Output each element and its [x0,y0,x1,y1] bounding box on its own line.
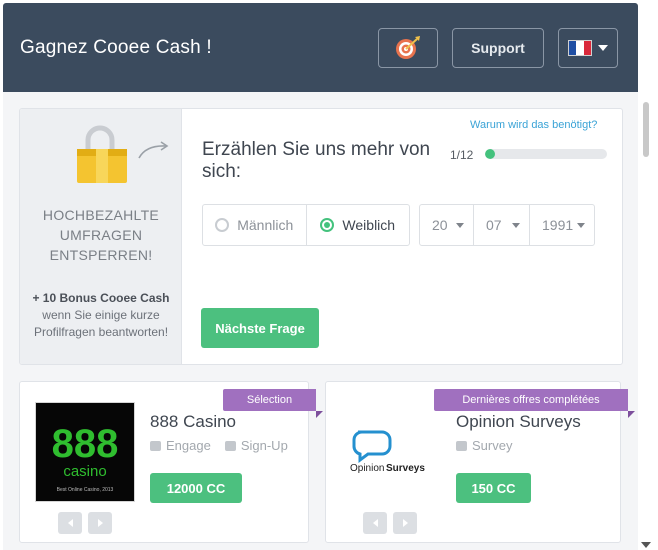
prev-arrow-button[interactable] [58,512,82,534]
offer-nav [58,512,112,534]
prev-arrow-button[interactable] [363,512,387,534]
chevron-down-icon [598,45,608,51]
users-icon [150,440,161,451]
offer-ribbon: Sélection [223,389,323,418]
header-bar: Gagnez Cooee Cash ! Support [3,3,638,92]
arrow-left-icon [67,519,73,527]
arrow-icon [138,141,169,159]
user-add-icon [224,440,236,451]
birth-day-select[interactable]: 20 [420,205,474,245]
chevron-down-icon [577,222,585,228]
gender-selector: Männlich Weiblich [202,204,410,246]
arrow-right-icon [97,519,103,527]
logo-casino-text: casino [63,463,106,480]
progress-bar [485,149,607,159]
offer-tag-label: Sign-Up [240,438,288,453]
offer-tags: Survey [456,438,512,453]
language-selector[interactable] [558,28,618,68]
gender-option-female[interactable]: Weiblich [305,205,410,245]
next-question-button[interactable]: Nächste Frage [201,308,319,348]
offer-reward-button[interactable]: 150 CC [456,473,531,503]
birth-year-select[interactable]: 1991 [530,205,594,245]
opinion-surveys-logo: Opinion Surveys [348,426,438,476]
scrollbar[interactable] [638,92,658,550]
scroll-thumb[interactable] [643,102,649,157]
header-title: Gagnez Cooee Cash ! [20,37,212,58]
arrow-right-icon [402,519,408,527]
casino-logo-image: 888 casino Best Online Casino, 2013 [52,422,119,493]
offer-tag-engage: Engage [150,438,211,453]
arrow-left-icon [372,519,378,527]
offer-tag-signup: Sign-Up [224,438,288,453]
birthdate-selector: 20 07 1991 [419,204,595,246]
profile-card: HOCHBEZAHLTE UMFRAGEN ENTSPERREN! + 10 B… [19,108,623,365]
radio-icon [215,218,230,232]
scroll-down-icon[interactable] [641,542,651,548]
why-needed-link[interactable]: Warum wird das benötigt? [470,119,597,131]
logo-888-text: 888 [52,422,119,466]
gender-male-label: Männlich [237,217,294,233]
birth-year-value: 1991 [542,217,574,233]
gender-female-label: Weiblich [342,217,396,233]
padlock-icon [77,125,127,183]
bonus-text: + 10 Bonus Cooee Cash wenn Sie einige ku… [28,290,174,341]
profile-question: Erzählen Sie uns mehr von sich: [202,139,431,182]
logo-opinion-text: Opinion [350,463,384,474]
offer-tags: Engage Sign-Up [150,438,288,453]
offer-tag-label: Engage [166,438,211,453]
bonus-amount: + 10 Bonus Cooee Cash [32,291,170,305]
clipboard-icon [456,440,467,451]
radio-selected-icon [320,218,335,232]
birth-month-select[interactable]: 07 [474,205,530,245]
offer-tag-label: Survey [472,438,513,453]
target-button[interactable] [378,28,438,68]
chevron-down-icon [512,222,520,228]
support-button[interactable]: Support [452,28,544,68]
gender-option-male[interactable]: Männlich [203,205,306,245]
unlock-panel: HOCHBEZAHLTE UMFRAGEN ENTSPERREN! + 10 B… [20,109,182,364]
progress-fill [485,149,495,159]
logo-caption-text: Best Online Casino, 2013 [57,487,114,493]
offer-reward-button[interactable]: 12000 CC [150,473,242,503]
french-flag-icon [568,40,592,56]
casino-logo: 888 casino Best Online Casino, 2013 [35,402,135,502]
offer-card-888-casino[interactable]: Sélection 888 casino Best Online Casino,… [19,381,323,543]
offer-card-opinion-surveys[interactable]: Dernières offres complétées Opinion Surv… [325,381,635,543]
target-icon [396,36,420,59]
progress-label: 1/12 [450,148,474,162]
birth-day-value: 20 [432,217,448,233]
app-window: Gagnez Cooee Cash ! Support HOCHBEZAHLTE… [0,0,658,550]
offer-nav [363,512,417,534]
opinion-surveys-logo-image: Opinion Surveys [350,430,425,474]
bonus-description: wenn Sie einige kurze Profilfragen beant… [33,308,169,339]
unlock-text: HOCHBEZAHLTE UMFRAGEN ENTSPERREN! [42,207,160,263]
main-content: HOCHBEZAHLTE UMFRAGEN ENTSPERREN! + 10 B… [3,92,638,550]
offer-name: Opinion Surveys [456,412,581,431]
chevron-down-icon [456,222,464,228]
next-arrow-button[interactable] [88,512,112,534]
birth-month-value: 07 [486,217,502,233]
offer-name: 888 Casino [150,412,237,431]
offer-tag-survey: Survey [456,438,512,453]
logo-surveys-text: Surveys [386,463,425,474]
offer-ribbon: Dernières offres complétées [434,389,635,418]
next-arrow-button[interactable] [393,512,417,534]
